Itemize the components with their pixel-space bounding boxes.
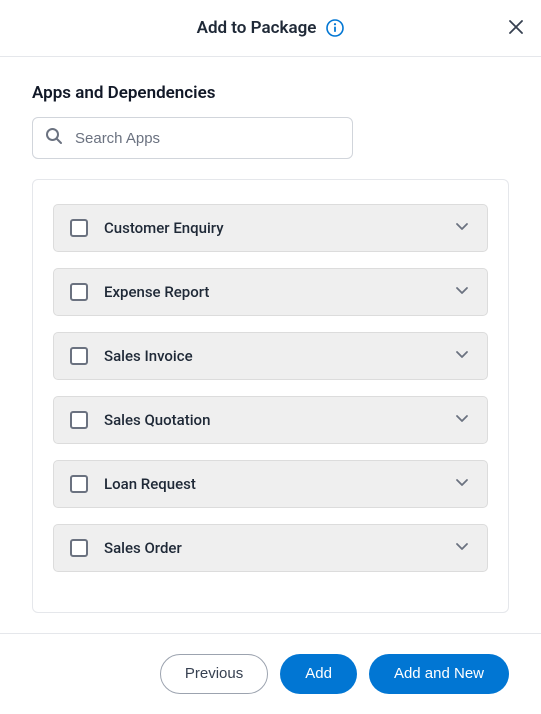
chevron-down-icon[interactable]: [453, 473, 471, 495]
app-row[interactable]: Loan Request: [53, 460, 488, 508]
app-row[interactable]: Expense Report: [53, 268, 488, 316]
chevron-down-icon[interactable]: [453, 217, 471, 239]
modal-content: Apps and Dependencies Customer Enquiry E…: [0, 57, 541, 613]
app-row[interactable]: Sales Order: [53, 524, 488, 572]
app-label: Expense Report: [104, 283, 437, 301]
search-box[interactable]: [32, 117, 353, 159]
chevron-down-icon[interactable]: [453, 281, 471, 303]
app-row[interactable]: Sales Quotation: [53, 396, 488, 444]
search-input[interactable]: [75, 130, 340, 147]
app-checkbox[interactable]: [70, 475, 88, 493]
add-and-new-button[interactable]: Add and New: [369, 654, 509, 694]
app-row[interactable]: Customer Enquiry: [53, 204, 488, 252]
add-button[interactable]: Add: [280, 654, 357, 694]
modal-header: Add to Package: [0, 0, 541, 57]
app-checkbox[interactable]: [70, 283, 88, 301]
app-label: Loan Request: [104, 475, 437, 493]
section-title: Apps and Dependencies: [32, 83, 509, 103]
modal-footer: Previous Add Add and New: [0, 633, 541, 714]
app-checkbox[interactable]: [70, 347, 88, 365]
apps-list-container: Customer Enquiry Expense Report Sales In…: [32, 179, 509, 613]
app-label: Customer Enquiry: [104, 219, 437, 237]
modal-title: Add to Package: [197, 18, 317, 38]
close-icon: [509, 18, 523, 38]
app-label: Sales Invoice: [104, 347, 437, 365]
app-checkbox[interactable]: [70, 219, 88, 237]
app-label: Sales Quotation: [104, 411, 437, 429]
app-checkbox[interactable]: [70, 411, 88, 429]
previous-button[interactable]: Previous: [160, 654, 268, 694]
chevron-down-icon[interactable]: [453, 409, 471, 431]
search-icon: [45, 127, 63, 149]
chevron-down-icon[interactable]: [453, 537, 471, 559]
chevron-down-icon[interactable]: [453, 345, 471, 367]
info-icon[interactable]: [326, 19, 344, 37]
app-checkbox[interactable]: [70, 539, 88, 557]
close-button[interactable]: [505, 15, 527, 41]
modal-title-wrapper: Add to Package: [197, 18, 345, 38]
app-row[interactable]: Sales Invoice: [53, 332, 488, 380]
app-label: Sales Order: [104, 539, 437, 557]
